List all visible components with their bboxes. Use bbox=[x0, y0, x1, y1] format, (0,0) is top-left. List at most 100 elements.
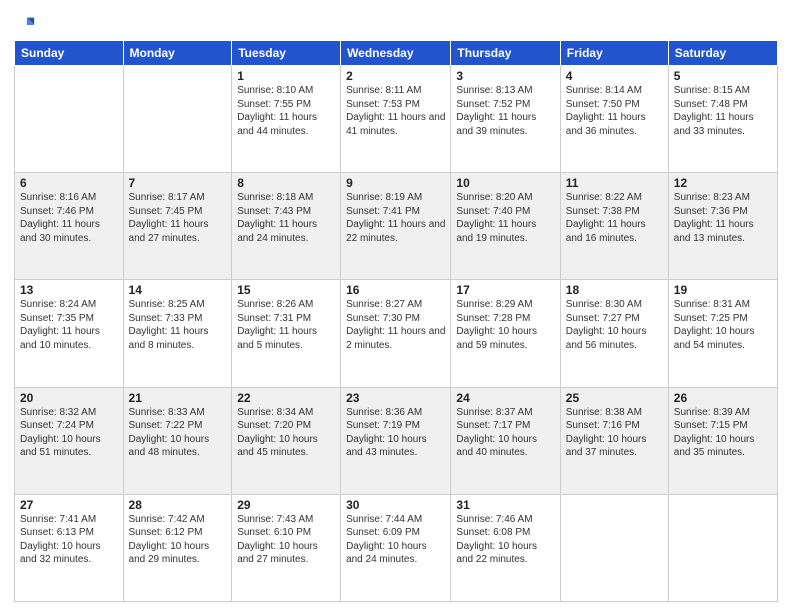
day-info: Sunrise: 8:10 AMSunset: 7:55 PMDaylight:… bbox=[237, 84, 335, 138]
col-header-sunday: Sunday bbox=[15, 41, 124, 66]
calendar-cell: 11Sunrise: 8:22 AMSunset: 7:38 PMDayligh… bbox=[560, 173, 668, 280]
day-info: Sunrise: 7:44 AMSunset: 6:09 PMDaylight:… bbox=[346, 513, 445, 567]
calendar-cell: 4Sunrise: 8:14 AMSunset: 7:50 PMDaylight… bbox=[560, 66, 668, 173]
day-number: 25 bbox=[566, 391, 663, 405]
day-info: Sunrise: 8:20 AMSunset: 7:40 PMDaylight:… bbox=[456, 191, 554, 245]
calendar-cell bbox=[15, 66, 124, 173]
col-header-friday: Friday bbox=[560, 41, 668, 66]
day-info: Sunrise: 8:13 AMSunset: 7:52 PMDaylight:… bbox=[456, 84, 554, 138]
calendar-cell: 10Sunrise: 8:20 AMSunset: 7:40 PMDayligh… bbox=[451, 173, 560, 280]
day-number: 17 bbox=[456, 283, 554, 297]
day-number: 27 bbox=[20, 498, 118, 512]
day-info: Sunrise: 7:43 AMSunset: 6:10 PMDaylight:… bbox=[237, 513, 335, 567]
day-info: Sunrise: 7:42 AMSunset: 6:12 PMDaylight:… bbox=[129, 513, 227, 567]
calendar-table: SundayMondayTuesdayWednesdayThursdayFrid… bbox=[14, 40, 778, 602]
day-number: 18 bbox=[566, 283, 663, 297]
calendar-cell: 23Sunrise: 8:36 AMSunset: 7:19 PMDayligh… bbox=[341, 387, 451, 494]
day-number: 16 bbox=[346, 283, 445, 297]
calendar-cell: 12Sunrise: 8:23 AMSunset: 7:36 PMDayligh… bbox=[668, 173, 777, 280]
day-number: 22 bbox=[237, 391, 335, 405]
day-info: Sunrise: 8:17 AMSunset: 7:45 PMDaylight:… bbox=[129, 191, 227, 245]
col-header-thursday: Thursday bbox=[451, 41, 560, 66]
day-info: Sunrise: 8:39 AMSunset: 7:15 PMDaylight:… bbox=[674, 406, 772, 460]
calendar-cell: 9Sunrise: 8:19 AMSunset: 7:41 PMDaylight… bbox=[341, 173, 451, 280]
calendar-cell bbox=[123, 66, 232, 173]
day-info: Sunrise: 8:27 AMSunset: 7:30 PMDaylight:… bbox=[346, 298, 445, 352]
day-number: 29 bbox=[237, 498, 335, 512]
day-info: Sunrise: 8:36 AMSunset: 7:19 PMDaylight:… bbox=[346, 406, 445, 460]
calendar-cell: 25Sunrise: 8:38 AMSunset: 7:16 PMDayligh… bbox=[560, 387, 668, 494]
week-row-3: 13Sunrise: 8:24 AMSunset: 7:35 PMDayligh… bbox=[15, 280, 778, 387]
day-number: 30 bbox=[346, 498, 445, 512]
day-number: 12 bbox=[674, 176, 772, 190]
day-info: Sunrise: 7:41 AMSunset: 6:13 PMDaylight:… bbox=[20, 513, 118, 567]
calendar-cell: 28Sunrise: 7:42 AMSunset: 6:12 PMDayligh… bbox=[123, 494, 232, 601]
calendar-cell: 26Sunrise: 8:39 AMSunset: 7:15 PMDayligh… bbox=[668, 387, 777, 494]
day-info: Sunrise: 8:15 AMSunset: 7:48 PMDaylight:… bbox=[674, 84, 772, 138]
calendar-body: 1Sunrise: 8:10 AMSunset: 7:55 PMDaylight… bbox=[15, 66, 778, 602]
day-number: 8 bbox=[237, 176, 335, 190]
day-info: Sunrise: 8:33 AMSunset: 7:22 PMDaylight:… bbox=[129, 406, 227, 460]
day-info: Sunrise: 8:23 AMSunset: 7:36 PMDaylight:… bbox=[674, 191, 772, 245]
calendar-cell: 31Sunrise: 7:46 AMSunset: 6:08 PMDayligh… bbox=[451, 494, 560, 601]
calendar-cell: 8Sunrise: 8:18 AMSunset: 7:43 PMDaylight… bbox=[232, 173, 341, 280]
calendar-cell: 7Sunrise: 8:17 AMSunset: 7:45 PMDaylight… bbox=[123, 173, 232, 280]
calendar-cell: 24Sunrise: 8:37 AMSunset: 7:17 PMDayligh… bbox=[451, 387, 560, 494]
day-info: Sunrise: 7:46 AMSunset: 6:08 PMDaylight:… bbox=[456, 513, 554, 567]
calendar-cell: 1Sunrise: 8:10 AMSunset: 7:55 PMDaylight… bbox=[232, 66, 341, 173]
calendar-cell: 17Sunrise: 8:29 AMSunset: 7:28 PMDayligh… bbox=[451, 280, 560, 387]
calendar-cell: 27Sunrise: 7:41 AMSunset: 6:13 PMDayligh… bbox=[15, 494, 124, 601]
day-number: 4 bbox=[566, 69, 663, 83]
header-row: SundayMondayTuesdayWednesdayThursdayFrid… bbox=[15, 41, 778, 66]
calendar-cell: 3Sunrise: 8:13 AMSunset: 7:52 PMDaylight… bbox=[451, 66, 560, 173]
day-number: 15 bbox=[237, 283, 335, 297]
day-number: 10 bbox=[456, 176, 554, 190]
calendar-cell: 13Sunrise: 8:24 AMSunset: 7:35 PMDayligh… bbox=[15, 280, 124, 387]
day-info: Sunrise: 8:37 AMSunset: 7:17 PMDaylight:… bbox=[456, 406, 554, 460]
day-info: Sunrise: 8:11 AMSunset: 7:53 PMDaylight:… bbox=[346, 84, 445, 138]
day-number: 5 bbox=[674, 69, 772, 83]
day-number: 19 bbox=[674, 283, 772, 297]
calendar-cell: 16Sunrise: 8:27 AMSunset: 7:30 PMDayligh… bbox=[341, 280, 451, 387]
calendar-cell: 14Sunrise: 8:25 AMSunset: 7:33 PMDayligh… bbox=[123, 280, 232, 387]
day-info: Sunrise: 8:26 AMSunset: 7:31 PMDaylight:… bbox=[237, 298, 335, 352]
logo bbox=[14, 14, 38, 36]
day-info: Sunrise: 8:38 AMSunset: 7:16 PMDaylight:… bbox=[566, 406, 663, 460]
col-header-monday: Monday bbox=[123, 41, 232, 66]
day-number: 1 bbox=[237, 69, 335, 83]
logo-icon bbox=[14, 14, 36, 36]
day-number: 7 bbox=[129, 176, 227, 190]
calendar-cell: 6Sunrise: 8:16 AMSunset: 7:46 PMDaylight… bbox=[15, 173, 124, 280]
col-header-tuesday: Tuesday bbox=[232, 41, 341, 66]
day-info: Sunrise: 8:24 AMSunset: 7:35 PMDaylight:… bbox=[20, 298, 118, 352]
calendar-cell: 18Sunrise: 8:30 AMSunset: 7:27 PMDayligh… bbox=[560, 280, 668, 387]
calendar-cell: 29Sunrise: 7:43 AMSunset: 6:10 PMDayligh… bbox=[232, 494, 341, 601]
day-number: 26 bbox=[674, 391, 772, 405]
week-row-5: 27Sunrise: 7:41 AMSunset: 6:13 PMDayligh… bbox=[15, 494, 778, 601]
col-header-wednesday: Wednesday bbox=[341, 41, 451, 66]
day-info: Sunrise: 8:22 AMSunset: 7:38 PMDaylight:… bbox=[566, 191, 663, 245]
calendar-cell: 5Sunrise: 8:15 AMSunset: 7:48 PMDaylight… bbox=[668, 66, 777, 173]
day-info: Sunrise: 8:30 AMSunset: 7:27 PMDaylight:… bbox=[566, 298, 663, 352]
day-info: Sunrise: 8:29 AMSunset: 7:28 PMDaylight:… bbox=[456, 298, 554, 352]
day-info: Sunrise: 8:34 AMSunset: 7:20 PMDaylight:… bbox=[237, 406, 335, 460]
day-number: 24 bbox=[456, 391, 554, 405]
day-number: 20 bbox=[20, 391, 118, 405]
day-number: 31 bbox=[456, 498, 554, 512]
week-row-4: 20Sunrise: 8:32 AMSunset: 7:24 PMDayligh… bbox=[15, 387, 778, 494]
day-info: Sunrise: 8:18 AMSunset: 7:43 PMDaylight:… bbox=[237, 191, 335, 245]
day-info: Sunrise: 8:16 AMSunset: 7:46 PMDaylight:… bbox=[20, 191, 118, 245]
day-info: Sunrise: 8:25 AMSunset: 7:33 PMDaylight:… bbox=[129, 298, 227, 352]
day-number: 28 bbox=[129, 498, 227, 512]
calendar-page: SundayMondayTuesdayWednesdayThursdayFrid… bbox=[0, 0, 792, 612]
day-number: 11 bbox=[566, 176, 663, 190]
calendar-cell: 30Sunrise: 7:44 AMSunset: 6:09 PMDayligh… bbox=[341, 494, 451, 601]
day-number: 9 bbox=[346, 176, 445, 190]
day-number: 14 bbox=[129, 283, 227, 297]
day-number: 2 bbox=[346, 69, 445, 83]
day-number: 3 bbox=[456, 69, 554, 83]
day-info: Sunrise: 8:14 AMSunset: 7:50 PMDaylight:… bbox=[566, 84, 663, 138]
day-info: Sunrise: 8:19 AMSunset: 7:41 PMDaylight:… bbox=[346, 191, 445, 245]
day-info: Sunrise: 8:31 AMSunset: 7:25 PMDaylight:… bbox=[674, 298, 772, 352]
calendar-cell bbox=[668, 494, 777, 601]
